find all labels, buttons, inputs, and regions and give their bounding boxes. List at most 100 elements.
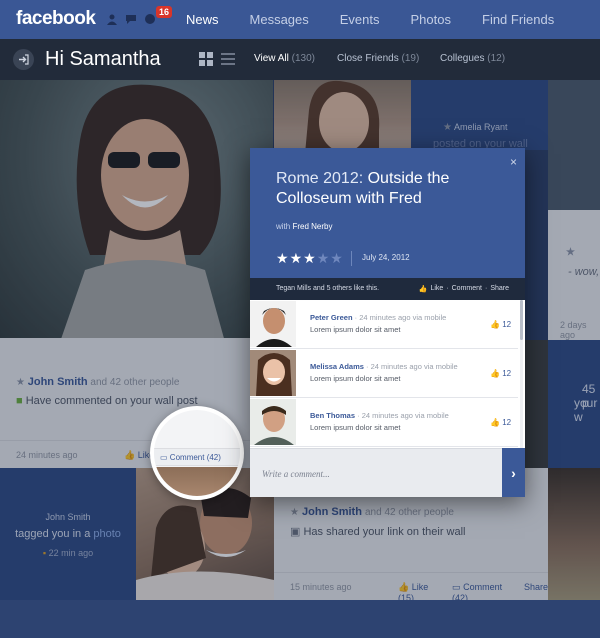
comment-like-count: 12 xyxy=(502,418,512,427)
chevron-right-icon: › xyxy=(511,464,516,481)
side-photo-tile[interactable] xyxy=(522,340,548,468)
commenter-name[interactable]: Peter Green xyxy=(310,313,353,322)
nav-link-photos[interactable]: Photos xyxy=(411,12,451,27)
comment-icon: ▭ xyxy=(452,582,461,592)
share-button[interactable]: Share xyxy=(524,582,548,600)
right-card-time: 2 days ago xyxy=(560,320,587,340)
likes-summary[interactable]: Tegan Mills and 5 others like this. xyxy=(276,285,379,292)
close-icon[interactable]: × xyxy=(510,155,517,169)
right-card-star: ★ xyxy=(566,247,575,258)
tagged-with: with Fred Nerby xyxy=(276,222,332,231)
tagger-name[interactable]: John Smith xyxy=(0,512,136,522)
title-prefix: Rome 2012: xyxy=(276,170,368,187)
view-mode-toggle xyxy=(199,52,235,66)
author-name[interactable]: John Smith xyxy=(28,376,88,388)
star-icon[interactable]: ★ xyxy=(317,251,330,265)
avatar-photo xyxy=(250,399,296,445)
right-blue-tile[interactable]: 45 p your w xyxy=(548,340,600,468)
commenter-name[interactable]: Melissa Adams xyxy=(310,362,364,371)
activity-author: ★ John Smith and 42 other people xyxy=(290,506,454,518)
logout-icon xyxy=(19,54,29,65)
profile-sub-bar: Hi Samantha View All (130) Close Friends… xyxy=(0,39,600,80)
comment-action[interactable]: Comment xyxy=(452,285,482,293)
share-action[interactable]: Share xyxy=(490,285,509,293)
amelia-post-tile[interactable]: ★ Amelia Ryant posted on your wall xyxy=(411,80,548,150)
notifications-icon[interactable] xyxy=(144,12,156,24)
comment-like-button[interactable]: 👍 12 xyxy=(490,418,511,427)
comment-button[interactable]: ▭ Comment (42) xyxy=(452,582,514,600)
amelia-name-text: Amelia Ryant xyxy=(453,122,508,132)
send-comment-button[interactable]: › xyxy=(502,448,525,497)
like-action[interactable]: Like xyxy=(430,285,443,293)
list-view-icon[interactable] xyxy=(221,52,235,66)
food-photo-tile[interactable] xyxy=(548,468,600,600)
right-card-text: - wow, xyxy=(568,266,600,278)
tagged-time-text: 22 min ago xyxy=(48,548,94,558)
modal-title: Rome 2012: Outside the Colloseum with Fr… xyxy=(276,169,506,209)
avatar[interactable] xyxy=(250,350,296,396)
comment-item: Melissa Adams · 24 minutes ago via mobil… xyxy=(250,349,518,398)
filter-count: (19) xyxy=(401,53,420,64)
star-icon: ★ xyxy=(290,507,299,518)
author-name[interactable]: John Smith xyxy=(302,506,362,518)
star-icon[interactable]: ★ xyxy=(303,251,316,265)
like-button[interactable]: 👍 Like (15) xyxy=(398,582,442,600)
logout-button[interactable] xyxy=(13,49,34,70)
thumbs-up-icon: 👍 xyxy=(490,320,500,329)
star-icon[interactable]: ★ xyxy=(290,251,303,265)
facebook-logo[interactable]: facebook xyxy=(16,8,96,30)
photo-date: July 24, 2012 xyxy=(362,253,410,262)
thumbs-up-icon: 👍 xyxy=(490,418,500,427)
nav-link-news[interactable]: News xyxy=(186,12,219,27)
avatar[interactable] xyxy=(250,399,296,445)
with-name[interactable]: Fred Nerby xyxy=(292,222,332,231)
tagged-photo-link[interactable]: photo xyxy=(93,528,121,540)
comment-meta: · 24 minutes ago via mobile xyxy=(357,411,449,420)
grid-view-icon[interactable] xyxy=(199,52,213,66)
filter-collegues[interactable]: Collegues (12) xyxy=(440,53,505,64)
card-actions: 👍 Like (15) ▭ Comment (42) Share xyxy=(398,582,548,600)
nav-link-events[interactable]: Events xyxy=(340,12,380,27)
avatar[interactable] xyxy=(250,301,296,347)
comment-item: Ben Thomas · 24 minutes ago via mobile L… xyxy=(250,398,518,447)
comment-like-button[interactable]: 👍 12 xyxy=(490,369,511,378)
share-icon: ▣ xyxy=(290,526,301,538)
filter-label: Close Friends xyxy=(337,53,399,64)
main-photo-tile[interactable] xyxy=(0,80,273,338)
divider xyxy=(351,251,352,266)
star-rating[interactable]: ★ ★ ★ ★ ★ xyxy=(276,251,343,265)
tagged-photo-tile[interactable]: John Smith tagged you in a photo ▪ 22 mi… xyxy=(0,468,136,600)
filter-count: (130) xyxy=(291,53,315,64)
timestamp: 24 minutes ago xyxy=(16,450,78,460)
commenter-name[interactable]: Ben Thomas xyxy=(310,411,355,420)
star-icon: ★ xyxy=(16,377,25,388)
right-post-card[interactable]: ★ - wow, 2 days ago xyxy=(548,210,600,340)
magnified-comment-count[interactable]: ▭ Comment (42) xyxy=(160,453,221,462)
nav-link-find-friends[interactable]: Find Friends xyxy=(482,12,554,27)
comment-icon: ■ xyxy=(16,395,23,407)
scrollbar-thumb[interactable] xyxy=(520,300,523,340)
comment-scrollbar[interactable] xyxy=(520,300,523,448)
star-icon[interactable]: ★ xyxy=(276,251,289,265)
thumbs-up-icon: 👍 xyxy=(418,286,428,293)
activity-author: ★ John Smith and 42 other people xyxy=(16,376,179,388)
comment-meta: · 24 minutes ago via mobile xyxy=(366,362,458,371)
friend-requests-icon[interactable] xyxy=(106,12,118,25)
activity-text: ▣ Has shared your link on their wall xyxy=(290,525,466,538)
nav-link-messages[interactable]: Messages xyxy=(250,12,309,27)
star-icon[interactable]: ★ xyxy=(330,251,343,265)
comment-input[interactable]: Write a comment... xyxy=(250,448,502,497)
notification-badge: 16 xyxy=(156,6,173,18)
filter-view-all[interactable]: View All (130) xyxy=(254,53,315,64)
top-navigation-bar: facebook 16 News Messages Events Photos … xyxy=(0,0,600,39)
comment-like-button[interactable]: 👍 12 xyxy=(490,320,511,329)
activity-text: ■ Have commented on your wall post xyxy=(16,395,198,407)
magnified-photo xyxy=(154,467,240,496)
messages-icon[interactable] xyxy=(125,12,137,24)
commenter: Ben Thomas · 24 minutes ago via mobile xyxy=(310,411,449,420)
bottom-strip xyxy=(0,600,600,638)
filter-close-friends[interactable]: Close Friends (19) xyxy=(337,53,419,64)
right-photo-tile[interactable] xyxy=(548,80,600,210)
comment-text: Lorem ipsum dolor sit amet xyxy=(310,423,401,432)
filter-label: Collegues xyxy=(440,53,485,64)
